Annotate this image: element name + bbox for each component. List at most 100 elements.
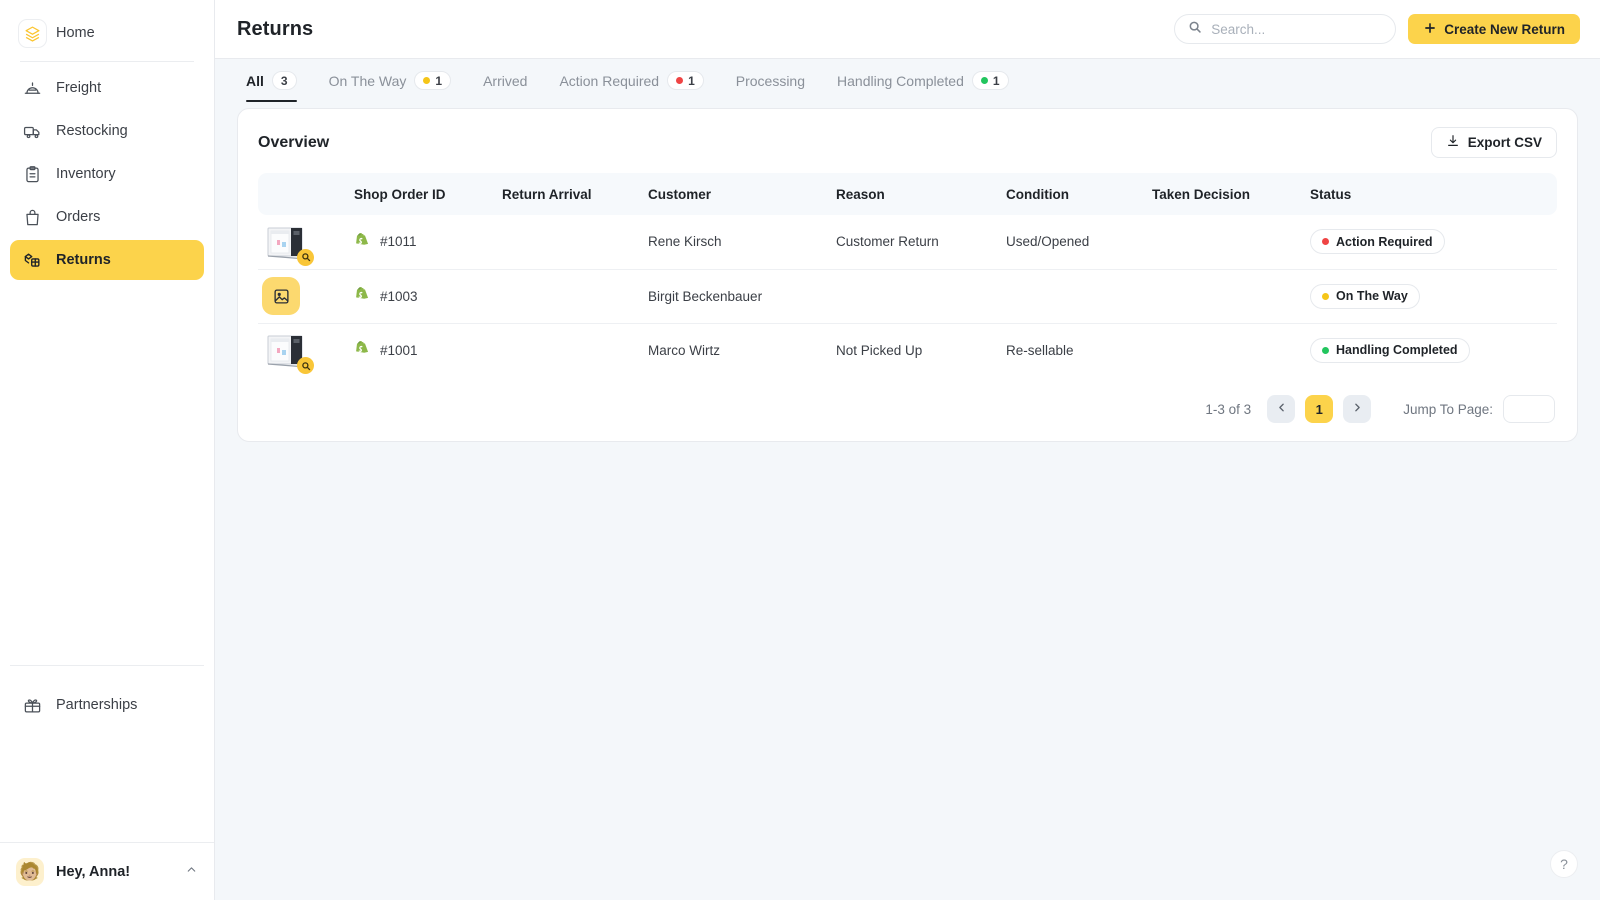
col-customer: Customer bbox=[648, 173, 836, 215]
next-page-button[interactable] bbox=[1343, 395, 1371, 423]
sidebar-item-home[interactable]: Home bbox=[10, 13, 204, 53]
pagination: 1-3 of 3 1 Jump To Page: bbox=[258, 377, 1557, 425]
tab-count: 3 bbox=[281, 74, 288, 88]
create-new-return-label: Create New Return bbox=[1444, 22, 1565, 37]
sidebar-item-returns[interactable]: Returns bbox=[10, 240, 204, 280]
overview-header: Overview Export CSV bbox=[258, 127, 1557, 158]
sidebar-gap bbox=[0, 738, 214, 842]
tab-count-badge: 1 bbox=[414, 71, 451, 90]
cell-return-arrival bbox=[502, 269, 648, 323]
clipboard-icon bbox=[22, 164, 43, 185]
sidebar-item-inventory[interactable]: Inventory bbox=[10, 154, 204, 194]
status-tabs: All 3 On The Way 1 Arrived Action Requir… bbox=[215, 59, 1600, 102]
help-button[interactable]: ? bbox=[1550, 850, 1578, 878]
main-area: Returns Create New Return All bbox=[215, 0, 1600, 900]
magnifier-icon[interactable] bbox=[297, 357, 314, 374]
sidebar-top: Home Freight Restocking bbox=[0, 0, 214, 283]
return-box-icon bbox=[22, 250, 43, 271]
shopify-icon bbox=[354, 339, 371, 361]
sidebar-item-restocking[interactable]: Restocking bbox=[10, 111, 204, 151]
tab-label: Arrived bbox=[483, 73, 527, 89]
cell-reason: Customer Return bbox=[836, 215, 1006, 269]
plus-icon bbox=[1423, 21, 1437, 38]
export-csv-button[interactable]: Export CSV bbox=[1431, 127, 1557, 158]
tab-label: On The Way bbox=[329, 73, 407, 89]
shopify-bag-svg bbox=[354, 285, 371, 304]
image-placeholder-icon bbox=[262, 277, 300, 315]
tab-on-the-way[interactable]: On The Way 1 bbox=[313, 59, 468, 102]
cell-customer: Marco Wirtz bbox=[648, 323, 836, 377]
returns-table: Shop Order ID Return Arrival Customer Re… bbox=[258, 173, 1557, 377]
status-dot bbox=[981, 77, 988, 84]
tab-action-required[interactable]: Action Required 1 bbox=[543, 59, 719, 102]
search-icon bbox=[1188, 20, 1202, 39]
tab-label: All bbox=[246, 73, 264, 89]
product-photo-appliance bbox=[262, 330, 320, 370]
tab-handling-completed[interactable]: Handling Completed 1 bbox=[821, 59, 1025, 102]
col-taken-decision: Taken Decision bbox=[1152, 173, 1310, 215]
status-label: Action Required bbox=[1336, 235, 1433, 249]
search-box[interactable] bbox=[1174, 14, 1396, 44]
sidebar: Home Freight Restocking bbox=[0, 0, 215, 900]
status-badge: On The Way bbox=[1310, 284, 1420, 309]
bag-icon bbox=[22, 207, 43, 228]
create-new-return-button[interactable]: Create New Return bbox=[1408, 14, 1580, 44]
sidebar-item-freight[interactable]: Freight bbox=[10, 68, 204, 108]
cell-shop-order-id: #1001 bbox=[354, 323, 502, 377]
search-input[interactable] bbox=[1211, 22, 1382, 37]
status-dot bbox=[1322, 347, 1329, 354]
app-root: Home Freight Restocking bbox=[0, 0, 1600, 900]
status-dot bbox=[423, 77, 430, 84]
product-photo-appliance bbox=[262, 222, 320, 262]
sidebar-item-label: Home bbox=[56, 25, 95, 41]
jump-to-page-label: Jump To Page: bbox=[1403, 402, 1493, 417]
page-1-button[interactable]: 1 bbox=[1305, 395, 1333, 423]
sidebar-item-orders[interactable]: Orders bbox=[10, 197, 204, 237]
status-dot bbox=[676, 77, 683, 84]
cell-status: Action Required bbox=[1310, 215, 1557, 269]
overview-title: Overview bbox=[258, 134, 329, 152]
user-menu[interactable]: 🧑🏼 Hey, Anna! bbox=[0, 842, 214, 900]
tab-arrived[interactable]: Arrived bbox=[467, 59, 543, 102]
tab-count: 1 bbox=[435, 74, 442, 88]
tab-processing[interactable]: Processing bbox=[720, 59, 821, 102]
thumb-placeholder-wrap bbox=[262, 276, 320, 316]
col-condition: Condition bbox=[1006, 173, 1152, 215]
sidebar-item-partnerships[interactable]: Partnerships bbox=[10, 685, 204, 725]
chevron-right-icon bbox=[1351, 401, 1364, 417]
table-row[interactable]: #1011 Rene Kirsch Customer Return Used/O… bbox=[258, 215, 1557, 269]
shopify-bag-svg bbox=[354, 231, 371, 250]
col-reason: Reason bbox=[836, 173, 1006, 215]
jump-to-page-input[interactable] bbox=[1503, 395, 1555, 423]
cell-taken-decision bbox=[1152, 215, 1310, 269]
shop-order-id: #1003 bbox=[380, 289, 418, 304]
tab-count: 1 bbox=[688, 74, 695, 88]
tab-label: Action Required bbox=[559, 73, 659, 89]
table-row[interactable]: #1001 Marco Wirtz Not Picked Up Re-sella… bbox=[258, 323, 1557, 377]
table-row[interactable]: #1003 Birgit Beckenbauer bbox=[258, 269, 1557, 323]
status-dot bbox=[1322, 293, 1329, 300]
tab-count-badge: 1 bbox=[667, 71, 704, 90]
cell-reason: Not Picked Up bbox=[836, 323, 1006, 377]
cell-reason bbox=[836, 269, 1006, 323]
tab-all[interactable]: All 3 bbox=[237, 59, 313, 102]
magnifier-icon[interactable] bbox=[297, 249, 314, 266]
cell-return-arrival bbox=[502, 215, 648, 269]
content-area: Overview Export CSV Shop Order ID Retur bbox=[215, 102, 1600, 900]
cell-status: Handling Completed bbox=[1310, 323, 1557, 377]
avatar: 🧑🏼 bbox=[16, 858, 44, 886]
status-badge: Action Required bbox=[1310, 229, 1445, 254]
truck-icon bbox=[22, 121, 43, 142]
table-head: Shop Order ID Return Arrival Customer Re… bbox=[258, 173, 1557, 215]
cell-taken-decision bbox=[1152, 323, 1310, 377]
sidebar-item-label: Inventory bbox=[56, 166, 116, 182]
cell-thumb bbox=[258, 269, 354, 323]
status-badge: Handling Completed bbox=[1310, 338, 1470, 363]
cell-shop-order-id: #1011 bbox=[354, 215, 502, 269]
tab-count-badge: 3 bbox=[272, 71, 297, 90]
prev-page-button[interactable] bbox=[1267, 395, 1295, 423]
sidebar-item-label: Restocking bbox=[56, 123, 128, 139]
gift-icon bbox=[22, 695, 43, 716]
cell-shop-order-id: #1003 bbox=[354, 269, 502, 323]
chevron-up-icon[interactable] bbox=[185, 863, 198, 881]
